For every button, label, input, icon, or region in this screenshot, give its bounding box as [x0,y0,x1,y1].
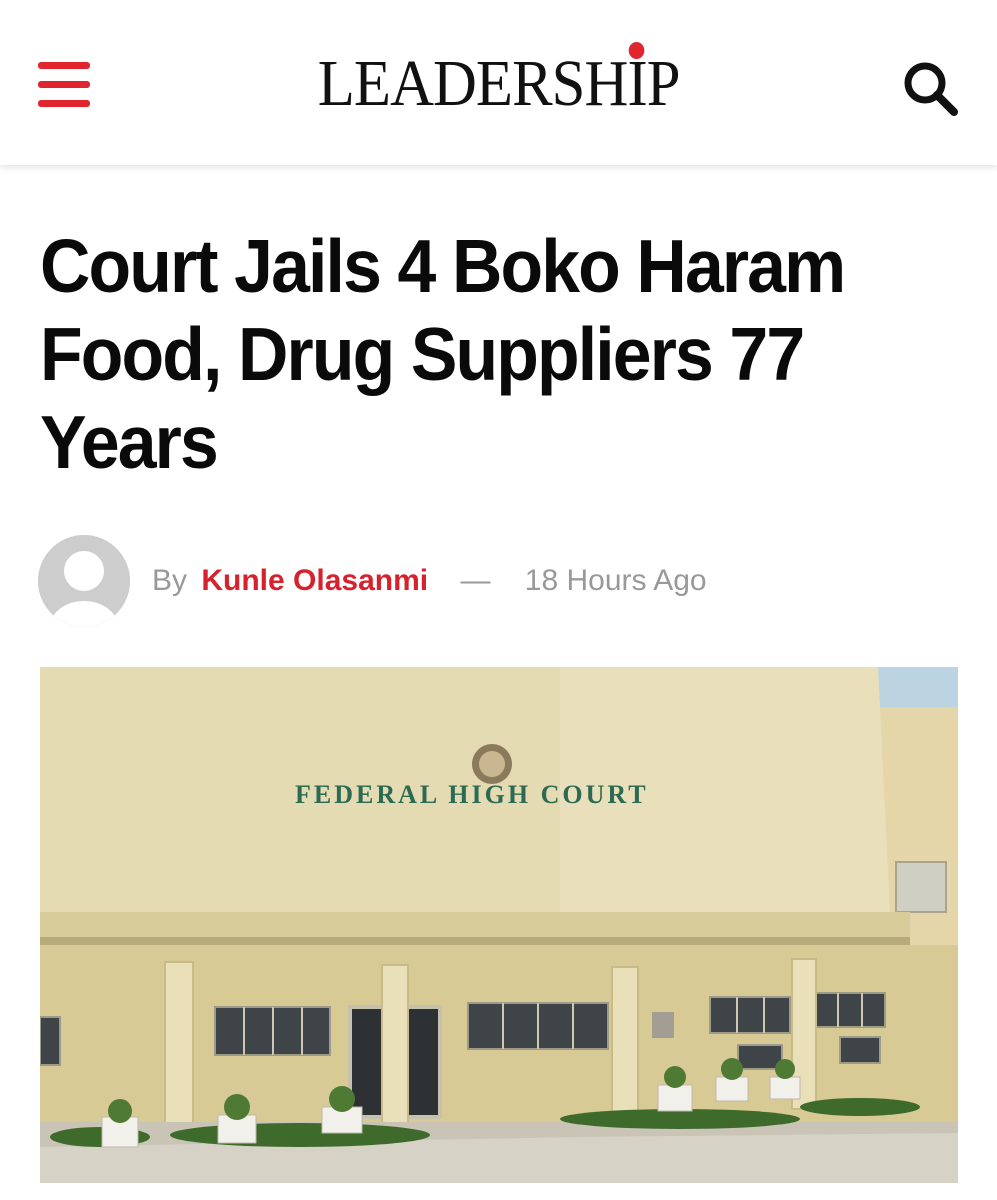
hamburger-menu-icon [38,62,90,69]
hamburger-menu-icon [38,81,90,88]
publish-time: 18 Hours Ago [524,564,707,597]
top-header: LEADERSHIP [0,0,997,165]
hamburger-menu-icon [38,100,90,107]
menu-button[interactable] [38,60,90,108]
byline-text: By Kunle Olasanmi — 18 Hours Ago [152,562,707,600]
article-headline: Court Jails 4 Boko Haram Food, Drug Supp… [40,222,896,486]
logo-wordmark: LEADERSHIP [317,42,681,120]
headline-line: Food, Drug Suppliers 77 [40,312,805,396]
byline-separator: — [460,564,491,597]
search-button[interactable] [900,58,960,118]
headline-line: Years [40,400,219,484]
building-signage: FEDERAL HIGH COURT [295,780,649,809]
site-logo: LEADERSHIP [0,42,997,120]
author-link[interactable]: Kunle Olasanmi [201,564,428,597]
article-hero-image: FEDERAL HIGH COURT [40,667,958,1183]
logo-text: LEADERSHIP [317,47,681,120]
article-byline: By Kunle Olasanmi — 18 Hours Ago [38,535,958,627]
author-avatar[interactable] [38,535,130,627]
search-icon [904,62,958,116]
user-placeholder-icon [38,535,130,627]
headline-line: Court Jails 4 Boko Haram [40,224,846,308]
court-building-illustration: FEDERAL HIGH COURT [40,667,958,1183]
logo-red-dot [628,42,645,59]
by-label: By [152,564,188,597]
